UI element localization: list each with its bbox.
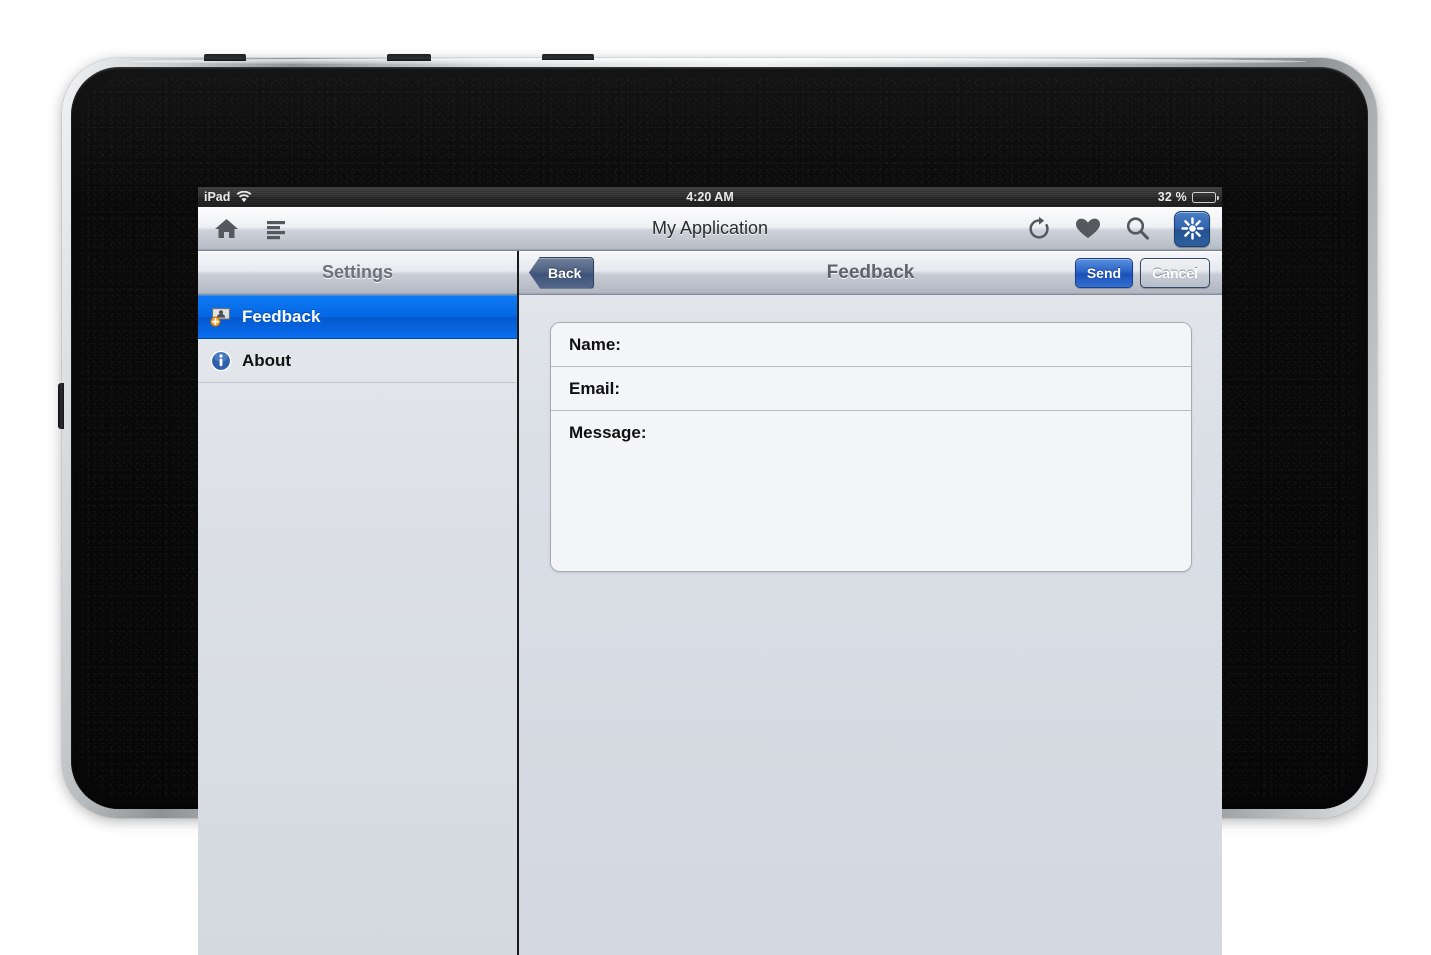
refresh-icon[interactable] [1027,216,1051,241]
sidebar: Settings Feedback About [198,251,519,955]
form-row-message[interactable]: Message: [551,411,1191,571]
status-bar-time: 4:20 AM [686,190,734,204]
sidebar-item-about[interactable]: About [198,339,517,383]
sidebar-item-label: Feedback [242,307,321,326]
send-button-label: Send [1086,264,1122,281]
device-screen: iPad 4:20 AM 32 % My Application Setting… [198,187,1222,955]
comment-add-icon [210,306,232,328]
toolbar-right-group [1027,210,1210,247]
detail-actions: Send Cancel [1074,257,1210,288]
split-view: Settings Feedback About Back Feedback Se… [198,251,1222,955]
starburst-button[interactable] [1174,210,1210,247]
battery-icon [1192,191,1219,203]
device-top-button-3 [542,54,594,60]
heart-icon[interactable] [1075,217,1101,240]
ipad-device: iPad 4:20 AM 32 % My Application Setting… [58,54,1377,955]
cancel-button-label: Cancel [1152,264,1198,281]
send-button[interactable]: Send [1074,257,1134,288]
device-side-button [58,383,64,429]
search-icon[interactable] [1125,216,1150,241]
email-field-label: Email: [569,378,621,398]
cancel-button[interactable]: Cancel [1140,257,1210,288]
info-icon [210,350,232,372]
back-button-label: Back [548,264,582,281]
detail-navbar: Back Feedback Send Cancel [519,251,1222,295]
back-button[interactable]: Back [529,256,595,289]
detail-pane: Back Feedback Send Cancel Name: Email: M… [519,251,1222,955]
form-row-name[interactable]: Name: [551,323,1191,367]
device-top-button-2 [387,54,431,61]
sidebar-item-label: About [242,350,292,370]
form-row-email[interactable]: Email: [551,367,1191,411]
battery-percent-label: 32 % [1157,190,1187,204]
feedback-form: Name: Email: Message: [550,322,1192,572]
status-bar: iPad 4:20 AM 32 % [198,187,1222,207]
status-bar-right: 32 % [1157,190,1219,204]
device-bezel: iPad 4:20 AM 32 % My Application Setting… [71,67,1368,955]
app-toolbar: My Application [198,207,1222,251]
device-top-button-1 [204,54,246,61]
starburst-icon [1180,217,1204,240]
name-field-label: Name: [569,334,621,354]
message-field-label: Message: [569,423,647,442]
device-rim-highlight [132,58,1307,65]
sidebar-header: Settings [198,251,517,295]
sidebar-item-feedback[interactable]: Feedback [198,295,517,339]
